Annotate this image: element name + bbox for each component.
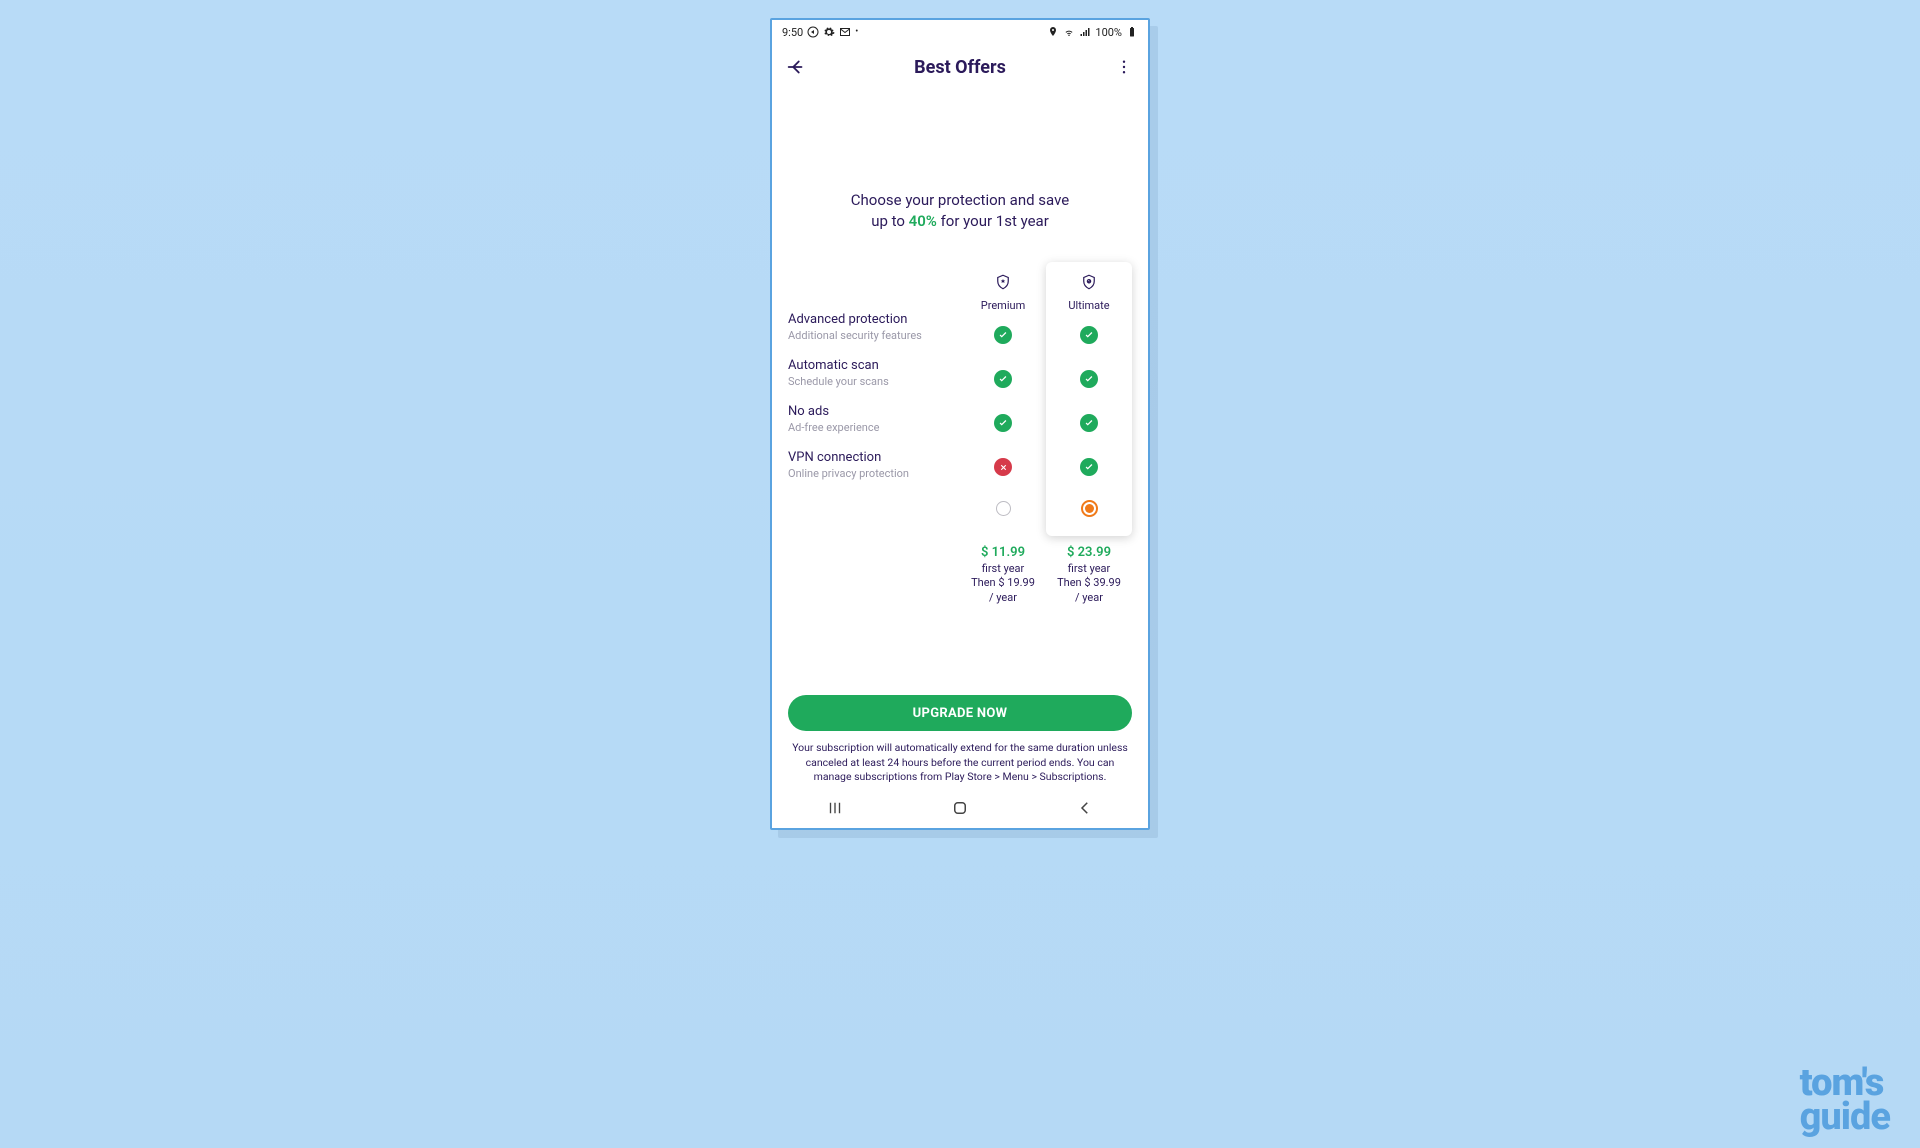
comparison-table: Advanced protection Additional security … <box>788 266 1132 536</box>
overflow-menu-button[interactable] <box>1112 55 1136 79</box>
check-icon <box>1080 458 1098 476</box>
check-icon <box>1080 370 1098 388</box>
android-nav-bar <box>772 788 1148 828</box>
fineprint-text: Your subscription will automatically ext… <box>788 741 1132 784</box>
page-title: Best Offers <box>772 57 1148 78</box>
feature-row-autoscan: Automatic scan Schedule your scans <box>788 358 960 388</box>
pricing-row: $ 11.99 first year Then $ 19.99 / year $… <box>788 544 1132 606</box>
price-ultimate: $ 23.99 first year Then $ 39.99 / year <box>1046 544 1132 606</box>
gmail-icon <box>839 26 851 38</box>
promo-text: Choose your protection and save up to 40… <box>788 190 1132 232</box>
plan-header-ultimate: Ultimate <box>1068 266 1109 312</box>
feature-row-vpn: VPN connection Online privacy protection <box>788 450 960 480</box>
check-icon <box>994 414 1012 432</box>
plan-column-ultimate[interactable]: Ultimate <box>1046 262 1132 536</box>
signal-icon <box>1079 26 1091 38</box>
feature-labels: Advanced protection Additional security … <box>788 266 960 536</box>
shield-star-icon <box>994 273 1012 295</box>
promo-line-2: up to 40% for your 1st year <box>788 211 1132 232</box>
upgrade-now-button[interactable]: UPGRADE NOW <box>788 695 1132 731</box>
app-bar: Best Offers <box>772 44 1148 90</box>
home-button[interactable] <box>940 788 980 828</box>
check-icon <box>994 370 1012 388</box>
back-button[interactable] <box>784 55 808 79</box>
radio-premium[interactable] <box>996 501 1011 516</box>
battery-percent: 100% <box>1095 26 1122 39</box>
recents-button[interactable] <box>815 788 855 828</box>
settings-gear-icon <box>823 26 835 38</box>
check-icon <box>1080 326 1098 344</box>
status-bar: 9:50 • 100% <box>772 20 1148 44</box>
cross-icon <box>994 458 1012 476</box>
price-premium: $ 11.99 first year Then $ 19.99 / year <box>960 544 1046 606</box>
more-notifications-dot: • <box>855 27 858 37</box>
promo-percent: 40% <box>909 212 937 230</box>
wifi-icon <box>1063 26 1075 38</box>
plan-column-premium[interactable]: Premium <box>960 266 1046 536</box>
promo-line-1: Choose your protection and save <box>788 190 1132 211</box>
battery-icon <box>1126 26 1138 38</box>
feature-row-advanced: Advanced protection Additional security … <box>788 312 960 342</box>
app-notification-icon <box>807 26 819 38</box>
back-nav-button[interactable] <box>1065 788 1105 828</box>
main-content: Choose your protection and save up to 40… <box>772 90 1148 788</box>
shield-ultimate-icon <box>1080 273 1098 295</box>
check-icon <box>994 326 1012 344</box>
location-icon <box>1047 26 1059 38</box>
plan-header-premium: Premium <box>981 266 1025 312</box>
radio-ultimate[interactable] <box>1081 500 1098 517</box>
phone-frame: 9:50 • 100% <box>770 18 1150 830</box>
watermark-logo: tom's guide <box>1800 1066 1890 1134</box>
status-time: 9:50 <box>782 26 803 39</box>
feature-row-noads: No ads Ad-free experience <box>788 404 960 434</box>
check-icon <box>1080 414 1098 432</box>
